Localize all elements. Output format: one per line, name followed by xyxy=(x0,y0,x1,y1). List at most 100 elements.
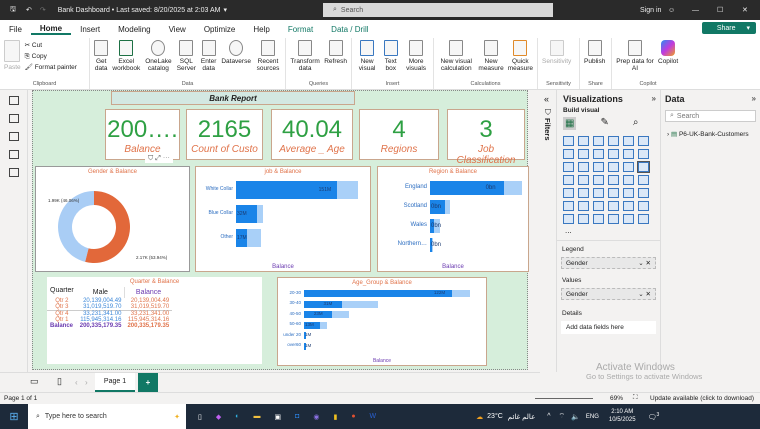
tab-format[interactable]: Format xyxy=(279,25,322,34)
visual-type-icon[interactable] xyxy=(638,136,649,146)
taskbar-search[interactable]: ⌕Type here to search✦ xyxy=(28,404,186,429)
visual-type-icon[interactable] xyxy=(608,201,619,211)
kpi-card-job-classification[interactable]: 3Job Classification xyxy=(447,109,525,160)
visual-type-icon[interactable] xyxy=(608,136,619,146)
cut-button[interactable]: ✂ Cut xyxy=(25,40,77,51)
filters-pane-collapsed[interactable]: « ⛉ Filters xyxy=(540,90,556,372)
visual-type-icon[interactable] xyxy=(593,188,604,198)
outlook-icon[interactable]: ◘ xyxy=(295,413,299,420)
new-visual-calculation-button[interactable]: New visual calculation xyxy=(438,40,474,81)
search-box[interactable]: ⌕Search xyxy=(323,3,553,17)
share-button[interactable]: Share ▾ xyxy=(702,22,756,34)
bar[interactable] xyxy=(304,290,452,297)
gender-donut-chart[interactable]: Gender & Balance 1.99K (46.06%) 2.17K (5… xyxy=(35,166,190,272)
onelake-catalog-button[interactable]: OneLake catalog xyxy=(144,40,172,81)
add-data-fields-drop[interactable]: Add data fields here xyxy=(561,321,656,334)
visual-type-icon[interactable] xyxy=(563,162,574,172)
get-data-button[interactable]: Get data xyxy=(94,40,108,81)
table-view-icon[interactable] xyxy=(9,114,19,123)
table-row[interactable]: Qtr 331,019,519.7031,019,519.70 xyxy=(47,304,172,311)
store-icon[interactable]: ▣ xyxy=(274,413,281,421)
transform-data-button[interactable]: Transform data xyxy=(290,40,320,81)
visual-type-icon[interactable] xyxy=(623,214,634,224)
zoom-level[interactable]: 69% xyxy=(610,395,623,402)
tab-data-drill[interactable]: Data / Drill xyxy=(322,25,377,34)
visual-type-icon[interactable] xyxy=(638,162,649,172)
undo-icon[interactable]: ↶ xyxy=(26,6,32,14)
tab-home[interactable]: Home xyxy=(31,24,71,35)
edge-icon[interactable]: ◐ xyxy=(235,413,239,420)
copilot-app-icon[interactable]: ◆ xyxy=(216,413,221,421)
clock[interactable]: 2:10 AM10/5/2025 xyxy=(609,409,636,425)
visual-type-icon[interactable] xyxy=(593,136,604,146)
visual-type-icon[interactable] xyxy=(608,214,619,224)
tray-chevron-icon[interactable]: ^ xyxy=(547,413,550,420)
visual-type-icon[interactable] xyxy=(623,175,634,185)
new-visual-button[interactable]: New visual xyxy=(356,40,378,81)
table-item[interactable]: › ▤ P6-UK-Bank-Customers xyxy=(661,128,760,140)
fit-to-page-icon[interactable]: ⛶ xyxy=(633,394,638,402)
update-available-link[interactable]: Update available (click to download) xyxy=(650,395,754,402)
filter-icon[interactable]: ⛉ xyxy=(148,155,153,162)
quarter-balance-matrix[interactable]: Quarter & Balance Quarter Male Balance Q… xyxy=(47,277,262,364)
sign-in-link[interactable]: Sign in xyxy=(640,7,661,14)
visual-type-icon[interactable] xyxy=(623,162,634,172)
visual-type-icon[interactable] xyxy=(563,188,574,198)
analytics-icon[interactable]: ⌕ xyxy=(633,117,639,130)
visual-type-icon[interactable] xyxy=(638,175,649,185)
expand-icon[interactable]: » xyxy=(752,94,756,104)
visual-type-icon[interactable] xyxy=(578,188,589,198)
remove-field-icon[interactable]: ⌄ ✕ xyxy=(638,290,651,298)
format-visual-icon[interactable]: ✎ xyxy=(600,117,608,130)
visual-type-icon[interactable] xyxy=(563,201,574,211)
visual-type-icon[interactable] xyxy=(578,201,589,211)
more-visuals-button[interactable]: More visuals xyxy=(403,40,429,81)
desktop-layout-icon[interactable]: ▭ xyxy=(30,376,39,387)
region-balance-chart[interactable]: Region & Balance England0bnScotland0bnWa… xyxy=(377,166,529,272)
weather-temp[interactable]: 23°C xyxy=(487,413,503,420)
visual-type-icon[interactable] xyxy=(593,201,604,211)
file-explorer-icon[interactable]: ▬ xyxy=(253,413,260,420)
visual-type-icon[interactable] xyxy=(593,175,604,185)
zoom-slider[interactable] xyxy=(535,398,593,399)
format-painter-button[interactable]: 🖌 Format painter xyxy=(25,62,77,73)
more-visuals-ellipsis[interactable]: ... xyxy=(557,224,660,237)
visual-type-icon[interactable] xyxy=(563,149,574,159)
minimize-button[interactable]: — xyxy=(692,7,699,14)
new-measure-button[interactable]: New measure xyxy=(478,40,503,81)
visual-type-icon[interactable] xyxy=(563,175,574,185)
visual-type-icon[interactable] xyxy=(608,149,619,159)
tab-insert[interactable]: Insert xyxy=(71,25,109,34)
enter-data-button[interactable]: Enter data xyxy=(200,40,217,81)
visual-type-icon[interactable] xyxy=(593,214,604,224)
visual-type-icon[interactable] xyxy=(608,188,619,198)
age-group-balance-chart[interactable]: Age_Group & Balance 20-30122M30-4031M40-… xyxy=(277,277,487,366)
visual-type-icon[interactable] xyxy=(623,136,634,146)
maximize-button[interactable]: ☐ xyxy=(717,6,723,14)
avatar-icon[interactable]: ☺ xyxy=(668,7,675,14)
visual-type-icon[interactable] xyxy=(578,214,589,224)
save-icon[interactable]: 🖫 xyxy=(10,5,16,16)
copy-button[interactable]: ⎘ Copy xyxy=(25,51,77,62)
volume-icon[interactable]: 🔈 xyxy=(571,413,580,421)
close-button[interactable]: ✕ xyxy=(742,6,748,14)
more-options-icon[interactable]: ⋯ xyxy=(163,155,170,162)
excel-workbook-button[interactable]: Excel workbook xyxy=(112,40,140,81)
text-box-button[interactable]: Text box xyxy=(382,40,399,81)
chrome-icon[interactable]: ● xyxy=(351,413,355,420)
values-field[interactable]: Gender⌄ ✕ xyxy=(561,288,656,300)
kpi-card-average-age[interactable]: 40.04Average _ Age xyxy=(271,109,353,160)
kpi-card-count[interactable]: 2165Count of Custo xyxy=(186,109,263,160)
visual-type-icon[interactable] xyxy=(608,175,619,185)
visual-type-icon[interactable] xyxy=(578,149,589,159)
visual-type-icon[interactable] xyxy=(578,175,589,185)
visual-type-icon[interactable] xyxy=(638,201,649,211)
notifications-icon[interactable]: 🗨3 xyxy=(648,412,660,421)
tab-optimize[interactable]: Optimize xyxy=(195,25,245,34)
collapse-icon[interactable]: « xyxy=(544,94,552,104)
focus-mode-icon[interactable]: ⤢ xyxy=(155,155,161,162)
mobile-layout-icon[interactable]: ▯ xyxy=(57,376,62,387)
sensitivity-button[interactable]: Sensitivity xyxy=(542,40,571,81)
visual-type-icon[interactable] xyxy=(638,149,649,159)
weather-text[interactable]: عالم غائم xyxy=(508,413,535,421)
